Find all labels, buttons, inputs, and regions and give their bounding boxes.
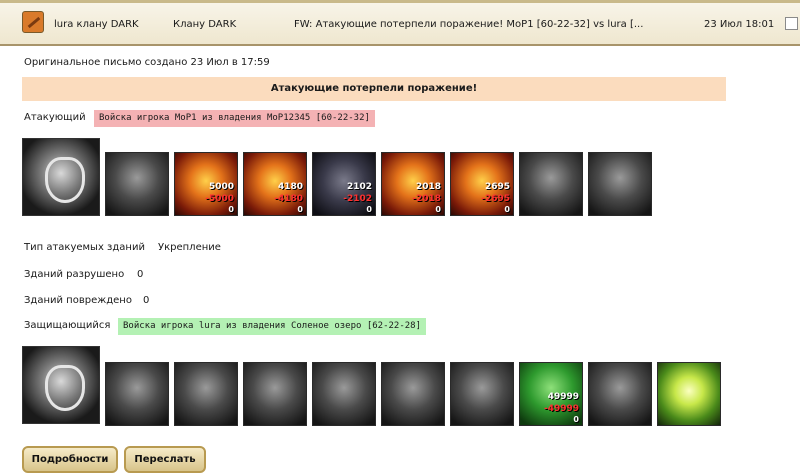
attacker-unit-slot[interactable] [105,152,169,216]
message-header: lura клану DARK Клану DARK FW: Атакующие… [0,0,800,46]
details-button[interactable]: Подробности [22,446,118,473]
unit-remaining: 0 [573,415,579,424]
defender-unit-slot[interactable] [174,362,238,426]
attacker-unit-slot[interactable] [519,152,583,216]
unit-count: 2695 [484,182,510,192]
attacker-unit-slot[interactable]: 5000 -5000 0 [174,152,238,216]
defender-unit-slot[interactable] [243,362,307,426]
unit-remaining: 0 [504,205,510,214]
sword-mail-icon [22,11,44,33]
battle-result: Атакующие потерпели поражение! [22,77,726,101]
attacker-unit-slot[interactable]: 2695 -2695 0 [450,152,514,216]
unit-loss: -49999 [543,404,579,414]
unit-remaining: 0 [228,205,234,214]
defender-unit-slot[interactable] [450,362,514,426]
forward-button[interactable]: Переслать [124,446,206,473]
defender-unit-slot[interactable]: 49999 -49999 0 [519,362,583,426]
subject[interactable]: FW: Атакующие потерпели поражение! MoP1 … [294,19,643,30]
unit-loss: -2018 [412,194,441,204]
defender-label: Защищающийся [24,320,111,331]
unit-loss: -4180 [274,194,303,204]
recipient: Клану DARK [173,19,237,30]
unit-remaining: 0 [297,205,303,214]
attacker-hero-avatar [22,138,100,216]
attacker-unit-slot[interactable] [588,152,652,216]
unit-count: 2018 [415,182,441,192]
attacker-label: Атакующий [24,112,86,123]
defender-unit-slot[interactable] [588,362,652,426]
building-type-label: Тип атакуемых зданий [24,242,145,253]
unit-loss: -5000 [205,194,234,204]
defender-unit-slot[interactable] [381,362,445,426]
unit-count: 49999 [547,392,579,402]
defender-unit-slot[interactable] [312,362,376,426]
defender-unit-slot[interactable] [105,362,169,426]
unit-count: 5000 [208,182,234,192]
sender: lura клану DARK [54,19,139,30]
destroyed-label: Зданий разрушено [24,269,125,280]
unit-remaining: 0 [435,205,441,214]
date: 23 Июл 18:01 [704,19,775,30]
unit-count: 2102 [346,182,372,192]
unit-loss: -2102 [343,194,372,204]
attacker-unit-slot[interactable]: 2102 -2102 0 [312,152,376,216]
attacker-unit-slot[interactable]: 4180 -4180 0 [243,152,307,216]
defender-hero-avatar [22,346,100,424]
attacker-unit-slot[interactable]: 2018 -2018 0 [381,152,445,216]
created-note: Оригинальное письмо создано 23 Июл в 17:… [24,57,270,68]
attacker-army: Войска игрока MoP1 из владения MoP12345 … [94,110,375,127]
select-checkbox[interactable] [785,17,798,30]
damaged-label: Зданий повреждено [24,295,132,306]
defender-army: Войска игрока lura из владения Соленое о… [118,318,427,335]
unit-loss: -2695 [481,194,510,204]
defender-unit-slot[interactable] [657,362,721,426]
building-type-value: Укрепление [158,242,221,253]
damaged-value: 0 [143,295,150,306]
unit-remaining: 0 [366,205,372,214]
destroyed-value: 0 [137,269,144,280]
unit-count: 4180 [277,182,303,192]
